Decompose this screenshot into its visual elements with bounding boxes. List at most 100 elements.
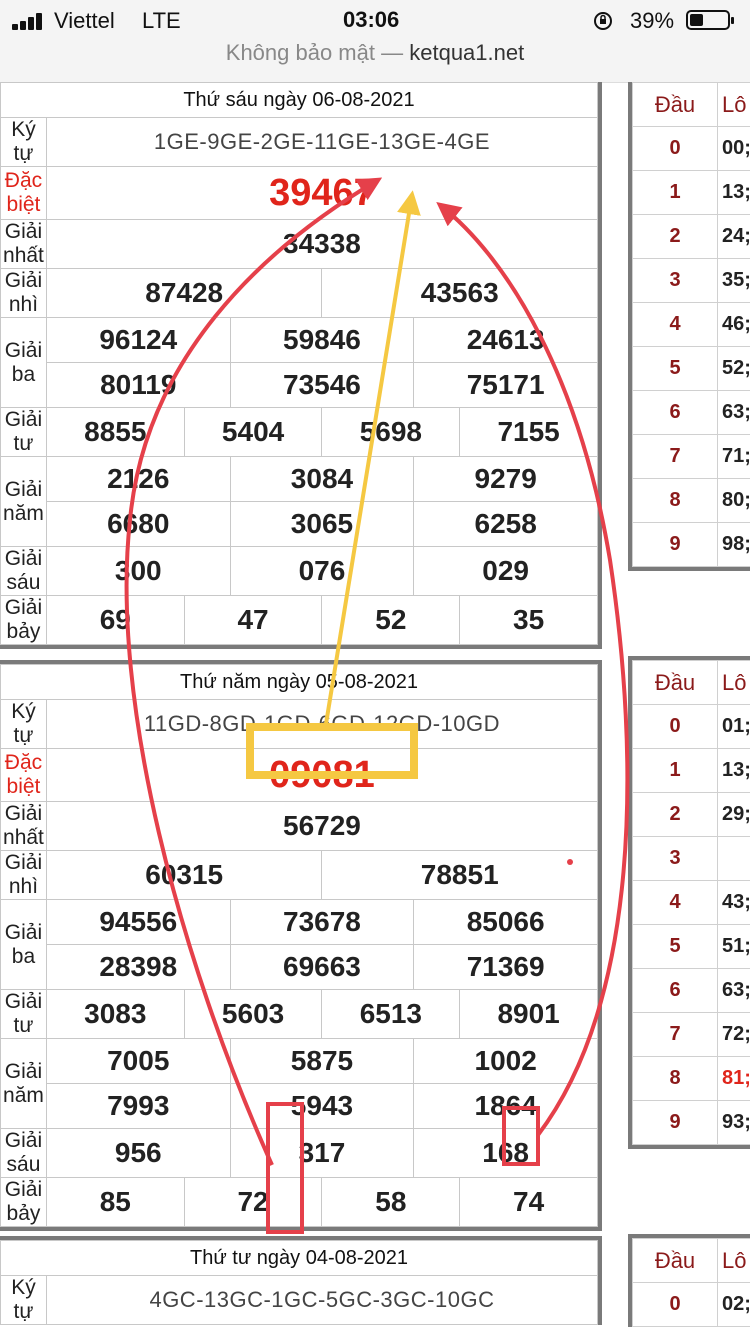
third-prize: 85066 [413, 899, 598, 945]
label-third: Giải ba [0, 899, 47, 990]
signal-icon [12, 12, 48, 30]
result-table-04-08: Thứ tư ngày 04-08-2021 Ký tự 4GC-13GC-1GC… [0, 1236, 602, 1325]
special-prize: 09081 [45, 748, 599, 802]
label-special: Đặc biệt [0, 748, 47, 802]
sixth-prize: 956 [45, 1128, 231, 1178]
seventh-prize: 47 [183, 595, 323, 645]
loto-cell: 43; [717, 880, 750, 925]
third-prize: 80119 [45, 362, 231, 408]
special-prize: 39467 [45, 166, 599, 220]
third-prize: 96124 [45, 317, 231, 363]
carrier-name: Viettel [54, 8, 115, 33]
loto-cell: 35; [717, 258, 750, 303]
draw-date: Thứ năm ngày 05-08-2021 [0, 664, 598, 700]
loto-cell: 24; [717, 214, 750, 259]
fifth-prize: 9279 [413, 456, 598, 502]
fourth-prize: 3083 [45, 989, 185, 1039]
battery-percent: 39% [630, 8, 675, 33]
third-prize: 59846 [229, 317, 415, 363]
dau-cell: 8 [632, 1056, 718, 1101]
sixth-prize: 029 [413, 546, 598, 596]
dau-cell: 0 [632, 126, 718, 171]
dau-cell: 6 [632, 390, 718, 435]
fourth-prize: 5698 [321, 407, 461, 457]
result-table-06-08: Thứ sáu ngày 06-08-2021 Ký tự 1GE-9GE-2GE… [0, 82, 602, 649]
loto-cell: 02; [717, 1282, 750, 1327]
fifth-prize: 2126 [45, 456, 231, 502]
dau-cell: 9 [632, 522, 718, 567]
fourth-prize: 8901 [459, 989, 598, 1039]
orientation-lock-icon [594, 12, 612, 30]
loto-table-05-08: Đầu Lô 0 01; 1 13; 2 29; 3 4 43; 5 51; 6 63; 77… [628, 656, 750, 1149]
fifth-prize: 7993 [45, 1083, 231, 1129]
dau-cell: 2 [632, 214, 718, 259]
fifth-prize: 6680 [45, 501, 231, 547]
security-label: Không bảo mật — [225, 40, 404, 65]
label-fifth: Giải năm [0, 456, 47, 547]
loto-header: Lô [717, 1238, 750, 1283]
third-prize: 24613 [413, 317, 598, 363]
draw-date: Thứ sáu ngày 06-08-2021 [0, 82, 598, 118]
dau-cell: 1 [632, 170, 718, 215]
seventh-prize: 74 [459, 1177, 598, 1227]
label-kytu: Ký tự [0, 117, 47, 167]
sixth-prize: 076 [229, 546, 415, 596]
fourth-prize: 7155 [459, 407, 598, 457]
loto-header: Lô [717, 82, 750, 127]
second-prize: 78851 [321, 850, 598, 900]
third-prize: 73546 [229, 362, 415, 408]
fifth-prize: 5875 [229, 1038, 415, 1084]
loto-cell: 13; [717, 170, 750, 215]
third-prize: 71369 [413, 944, 598, 990]
loto-cell: 98; [717, 522, 750, 567]
fourth-prize: 8855 [45, 407, 185, 457]
loto-cell: 13; [717, 748, 750, 793]
fifth-prize: 3084 [229, 456, 415, 502]
sixth-prize: 317 [229, 1128, 415, 1178]
loto-cell: 63; [717, 968, 750, 1013]
first-prize: 34338 [45, 219, 599, 269]
label-first: Giải nhất [0, 801, 47, 851]
third-prize: 94556 [45, 899, 231, 945]
loto-cell: 71; [717, 434, 750, 479]
dau-cell: 7 [632, 1012, 718, 1057]
dau-cell: 6 [632, 968, 718, 1013]
third-prize: 28398 [45, 944, 231, 990]
fifth-prize: 1864 [413, 1083, 598, 1129]
dau-cell: 9 [632, 1100, 718, 1145]
fourth-prize: 5603 [183, 989, 323, 1039]
seventh-prize: 58 [321, 1177, 461, 1227]
label-third: Giải ba [0, 317, 47, 408]
loto-cell: 51; [717, 924, 750, 969]
label-second: Giải nhì [0, 850, 47, 900]
label-first: Giải nhất [0, 219, 47, 269]
second-prize: 43563 [321, 268, 598, 318]
label-seventh: Giải bảy [0, 595, 47, 645]
loto-cell: 46; [717, 302, 750, 347]
second-prize: 60315 [45, 850, 323, 900]
seventh-prize: 85 [45, 1177, 185, 1227]
dau-cell: 8 [632, 478, 718, 523]
dau-cell: 5 [632, 924, 718, 969]
second-prize: 87428 [45, 268, 323, 318]
label-fifth: Giải năm [0, 1038, 47, 1129]
loto-cell: 80; [717, 478, 750, 523]
loto-cell: 52; [717, 346, 750, 391]
label-kytu: Ký tự [0, 1275, 47, 1325]
loto-cell: 93; [717, 1100, 750, 1145]
loto-table-04-08: Đầu Lô 0 02; [628, 1234, 750, 1327]
fourth-prize: 5404 [183, 407, 323, 457]
first-prize: 56729 [45, 801, 599, 851]
result-table-05-08: Thứ năm ngày 05-08-2021 Ký tự 11GD-8GD-1G… [0, 660, 602, 1231]
dau-cell: 3 [632, 836, 718, 881]
fifth-prize: 6258 [413, 501, 598, 547]
loto-cell: 00; [717, 126, 750, 171]
address-bar[interactable]: Không bảo mật — ketqua1.net [0, 40, 750, 66]
label-special: Đặc biệt [0, 166, 47, 220]
loto-cell: 01; [717, 704, 750, 749]
loto-cell [717, 836, 750, 881]
dau-cell: 0 [632, 704, 718, 749]
label-fourth: Giải tư [0, 407, 47, 457]
dau-cell: 2 [632, 792, 718, 837]
seventh-prize: 35 [459, 595, 598, 645]
